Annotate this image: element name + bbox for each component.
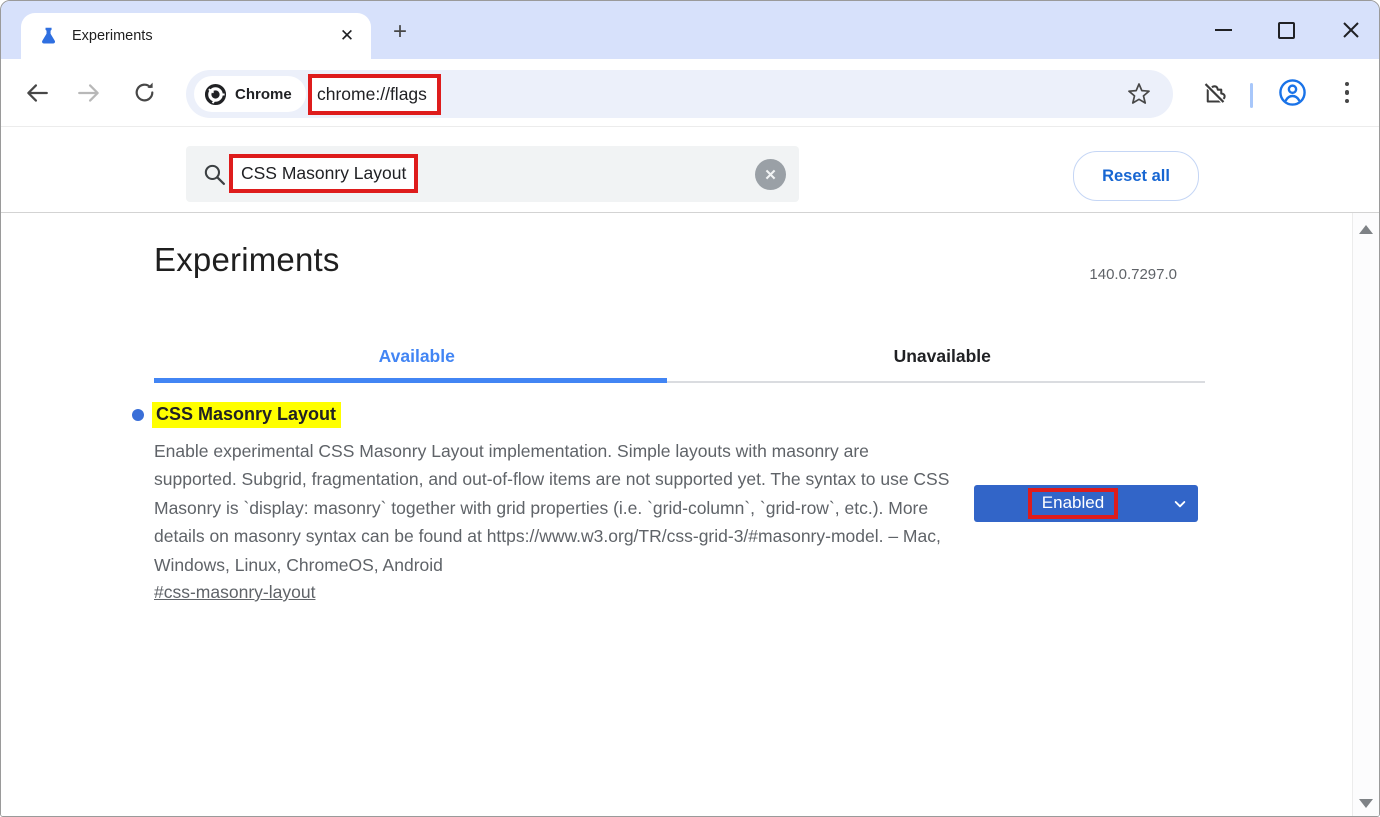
toolbar-divider	[1250, 83, 1253, 108]
url-annotation-box: chrome://flags	[308, 74, 441, 115]
search-annotation-box: CSS Masonry Layout	[229, 154, 418, 193]
flags-page-content: Experiments 140.0.7297.0 Available Unava…	[1, 213, 1379, 817]
chrome-logo-icon	[204, 83, 227, 106]
close-window-button[interactable]	[1341, 20, 1361, 40]
profile-avatar-icon	[1278, 78, 1307, 107]
tab-strip: Experiments ✕ +	[1, 1, 1379, 59]
minimize-button[interactable]	[1215, 29, 1232, 31]
flags-search-header: CSS Masonry Layout ✕ Reset all	[1, 127, 1379, 213]
chrome-chip[interactable]: Chrome	[194, 76, 306, 112]
search-input-value[interactable]: CSS Masonry Layout	[241, 163, 406, 184]
inactive-tab-line	[667, 381, 1205, 383]
scroll-down-arrow-icon[interactable]	[1359, 799, 1373, 808]
flags-tabs: Available Unavailable	[154, 333, 1205, 379]
version-number: 140.0.7297.0	[1089, 266, 1177, 283]
tab-available[interactable]: Available	[154, 333, 680, 379]
three-dot-menu-icon	[1345, 82, 1349, 104]
browser-menu-button[interactable]	[1330, 59, 1364, 126]
chevron-down-icon	[1172, 496, 1188, 512]
page-scrollbar[interactable]	[1352, 213, 1379, 817]
active-tab-indicator	[154, 378, 667, 383]
window-controls	[1215, 1, 1361, 59]
experiment-bullet-dot	[132, 409, 144, 421]
browser-window: Experiments ✕ +	[0, 0, 1380, 817]
forward-arrow-icon	[76, 80, 102, 106]
chrome-chip-label: Chrome	[235, 86, 292, 103]
scroll-up-arrow-icon[interactable]	[1359, 225, 1373, 234]
browser-toolbar: Chrome chrome://flags	[1, 59, 1379, 127]
url-text[interactable]: chrome://flags	[317, 84, 427, 105]
search-icon	[202, 162, 227, 187]
back-button[interactable]	[20, 59, 54, 126]
back-arrow-icon	[24, 80, 50, 106]
page-title: Experiments	[154, 241, 340, 279]
select-value-annotation-box: Enabled	[1028, 488, 1118, 519]
browser-tab-experiments[interactable]: Experiments ✕	[21, 13, 371, 59]
experiment-description: Enable experimental CSS Masonry Layout i…	[154, 437, 954, 579]
address-bar[interactable]: Chrome chrome://flags	[186, 70, 1173, 118]
experiment-permalink[interactable]: #css-masonry-layout	[154, 582, 315, 603]
bookmark-star-icon[interactable]	[1127, 82, 1151, 106]
extension-off-icon	[1201, 79, 1228, 106]
experiment-name-highlighted: CSS Masonry Layout	[152, 402, 341, 428]
flask-icon	[38, 25, 60, 47]
reload-icon	[132, 80, 157, 105]
experiment-select-dropdown[interactable]: Enabled	[974, 485, 1198, 522]
flags-search-box[interactable]: CSS Masonry Layout ✕	[186, 146, 799, 202]
reset-all-button[interactable]: Reset all	[1073, 151, 1199, 201]
new-tab-button[interactable]: +	[385, 17, 415, 47]
close-tab-icon[interactable]: ✕	[335, 24, 359, 48]
extensions-disabled-button[interactable]	[1197, 59, 1231, 126]
tab-title: Experiments	[72, 28, 153, 44]
maximize-button[interactable]	[1278, 22, 1295, 39]
reload-button[interactable]	[127, 59, 161, 126]
forward-button[interactable]	[72, 59, 106, 126]
tabs-underline	[154, 378, 1205, 383]
tab-unavailable[interactable]: Unavailable	[680, 333, 1206, 379]
clear-search-button[interactable]: ✕	[755, 159, 786, 190]
profile-button[interactable]	[1275, 59, 1309, 126]
